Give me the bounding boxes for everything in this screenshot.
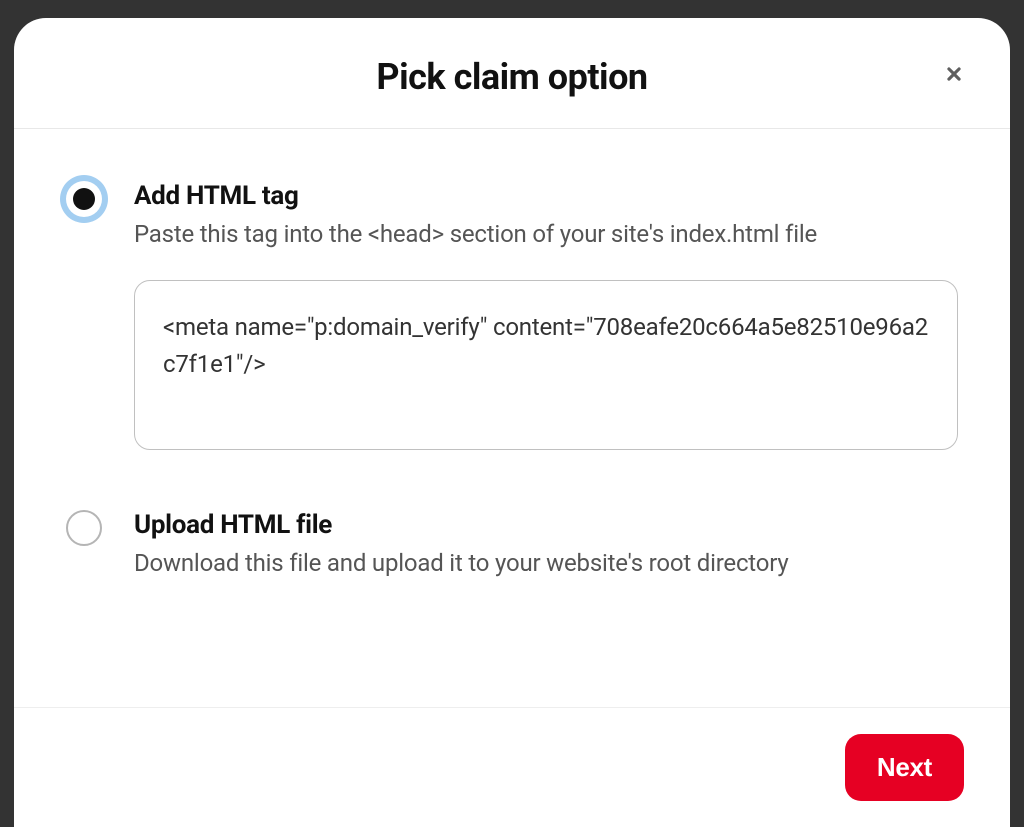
radio-html-tag[interactable] [66, 181, 102, 217]
option-upload-file-content: Upload HTML file Download this file and … [134, 510, 958, 581]
option-html-tag: Add HTML tag Paste this tag into the <he… [66, 181, 958, 450]
modal-footer: Next [14, 708, 1010, 827]
option-html-tag-description: Paste this tag into the <head> section o… [134, 217, 958, 252]
option-html-tag-content: Add HTML tag Paste this tag into the <he… [134, 181, 958, 450]
option-upload-file-description: Download this file and upload it to your… [134, 546, 958, 581]
modal-body: Add HTML tag Paste this tag into the <he… [14, 129, 1010, 708]
option-upload-file-title: Upload HTML file [134, 510, 958, 540]
next-button[interactable]: Next [845, 734, 964, 801]
option-html-tag-title: Add HTML tag [134, 181, 958, 211]
modal-title: Pick claim option [54, 56, 970, 98]
claim-option-modal: Pick claim option Add HTML tag Paste thi… [14, 18, 1010, 827]
radio-upload-file[interactable] [66, 510, 102, 546]
modal-header: Pick claim option [14, 18, 1010, 129]
html-tag-code[interactable]: <meta name="p:domain_verify" content="70… [134, 280, 958, 450]
close-button[interactable] [932, 52, 976, 96]
close-icon [939, 59, 969, 89]
option-upload-file: Upload HTML file Download this file and … [66, 510, 958, 581]
